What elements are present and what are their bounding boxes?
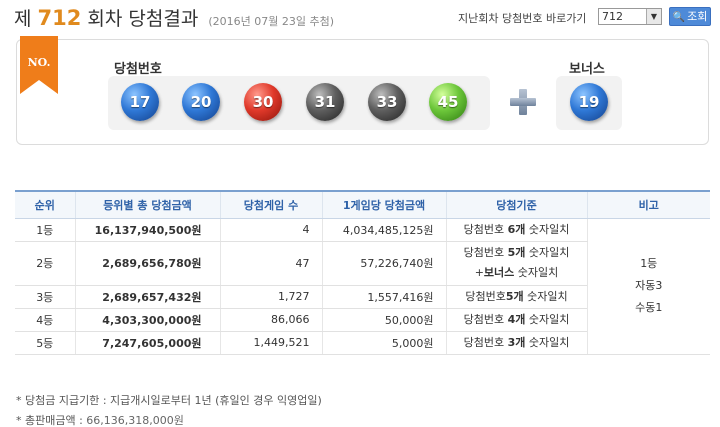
each-cell: 1,557,416원 (321, 285, 446, 309)
criteria-cell: 당첨번호5개 숫자일치 (445, 285, 587, 309)
round-select[interactable]: 712 ▼ (598, 8, 662, 25)
header-total: 등위별 총 당첨금액 (74, 190, 220, 219)
rank-cell: 1등 (15, 218, 75, 242)
numbers-label: 당첨번호 (114, 62, 162, 77)
payment-deadline-note: * 당첨금 지급기한 : 지급개시일로부터 1년 (휴일인 경우 익영업일) (16, 394, 322, 407)
title-prefix: 제 (14, 8, 32, 30)
count-cell: 1,449,521 (219, 331, 322, 355)
search-button-label: 조회 (687, 10, 708, 23)
header-each: 1게임당 당첨금액 (321, 190, 446, 219)
total-cell: 16,137,940,500원 (74, 218, 220, 242)
page-header: 제 712 회차 당첨결과 (2016년 07월 23일 추첨) 지난회차 당첨… (0, 0, 720, 32)
rank-cell: 4등 (15, 308, 75, 332)
total-sales-note: * 총판매금액 : 66,136,318,000원 (16, 412, 184, 427)
table-header-row: 순위 등위별 총 당첨금액 당첨게임 수 1게임당 당첨금액 당첨기준 비고 (15, 190, 710, 219)
total-cell: 2,689,656,780원 (74, 241, 220, 286)
header-note: 비고 (586, 190, 710, 219)
draw-date: (2016년 07월 23일 추첨) (208, 15, 335, 28)
table-row: 1등 16,137,940,500원 4 4,034,485,125원 당첨번호… (15, 218, 710, 355)
count-cell: 47 (219, 241, 322, 286)
total-cell: 2,689,657,432원 (74, 285, 220, 309)
rank-cell: 5등 (15, 331, 75, 355)
winning-ball: 17 (121, 83, 159, 121)
count-cell: 1,727 (219, 285, 322, 309)
criteria-cell: 당첨번호 3개 숫자일치 (445, 331, 587, 355)
each-cell: 5,000원 (321, 331, 446, 355)
criteria-cell: 당첨번호 5개 숫자일치 +보너스 숫자일치 (445, 241, 587, 286)
search-button[interactable]: 🔍 조회 (669, 7, 711, 26)
note-line: 수동1 (635, 301, 663, 314)
total-sales-amount: 66,136,318,000원 (86, 414, 184, 427)
header-count: 당첨게임 수 (219, 190, 322, 219)
winning-ball: 45 (429, 83, 467, 121)
header-rank: 순위 (15, 190, 75, 219)
bonus-label: 보너스 (569, 62, 605, 77)
prize-table: 순위 등위별 총 당첨금액 당첨게임 수 1게임당 당첨금액 당첨기준 비고 1… (15, 190, 710, 355)
note-cell: 1등 자동3 수동1 (586, 218, 710, 355)
each-cell: 50,000원 (321, 308, 446, 332)
no-badge-icon: NO. (20, 36, 58, 94)
winning-ball: 30 (244, 83, 282, 121)
page-title: 제 712 회차 당첨결과 (2016년 07월 23일 추첨) (14, 4, 334, 31)
total-cell: 4,303,300,000원 (74, 308, 220, 332)
each-cell: 57,226,740원 (321, 241, 446, 286)
criteria-cell: 당첨번호 4개 숫자일치 (445, 308, 587, 332)
round-select-value: 712 (602, 10, 623, 23)
rank-cell: 3등 (15, 285, 75, 309)
chevron-down-icon[interactable]: ▼ (646, 9, 661, 24)
plus-icon (510, 89, 536, 115)
count-cell: 86,066 (219, 308, 322, 332)
round-number: 712 (37, 6, 82, 30)
criteria-cell: 당첨번호 6개 숫자일치 (445, 218, 587, 242)
winning-ball: 33 (368, 83, 406, 121)
note-line: 1등 (640, 257, 658, 270)
note-line: 자동3 (635, 279, 663, 292)
winning-ball: 20 (182, 83, 220, 121)
title-suffix: 회차 당첨결과 (87, 8, 199, 30)
no-badge-text: NO. (28, 56, 51, 69)
jump-label: 지난회차 당첨번호 바로가기 (458, 12, 587, 25)
winning-ball: 31 (306, 83, 344, 121)
each-cell: 4,034,485,125원 (321, 218, 446, 242)
total-cell: 7,247,605,000원 (74, 331, 220, 355)
count-cell: 4 (219, 218, 322, 242)
rank-cell: 2등 (15, 241, 75, 286)
total-sales-label: * 총판매금액 : (16, 414, 87, 427)
bonus-ball: 19 (570, 83, 608, 121)
header-criteria: 당첨기준 (445, 190, 587, 219)
search-icon: 🔍 (672, 12, 686, 23)
